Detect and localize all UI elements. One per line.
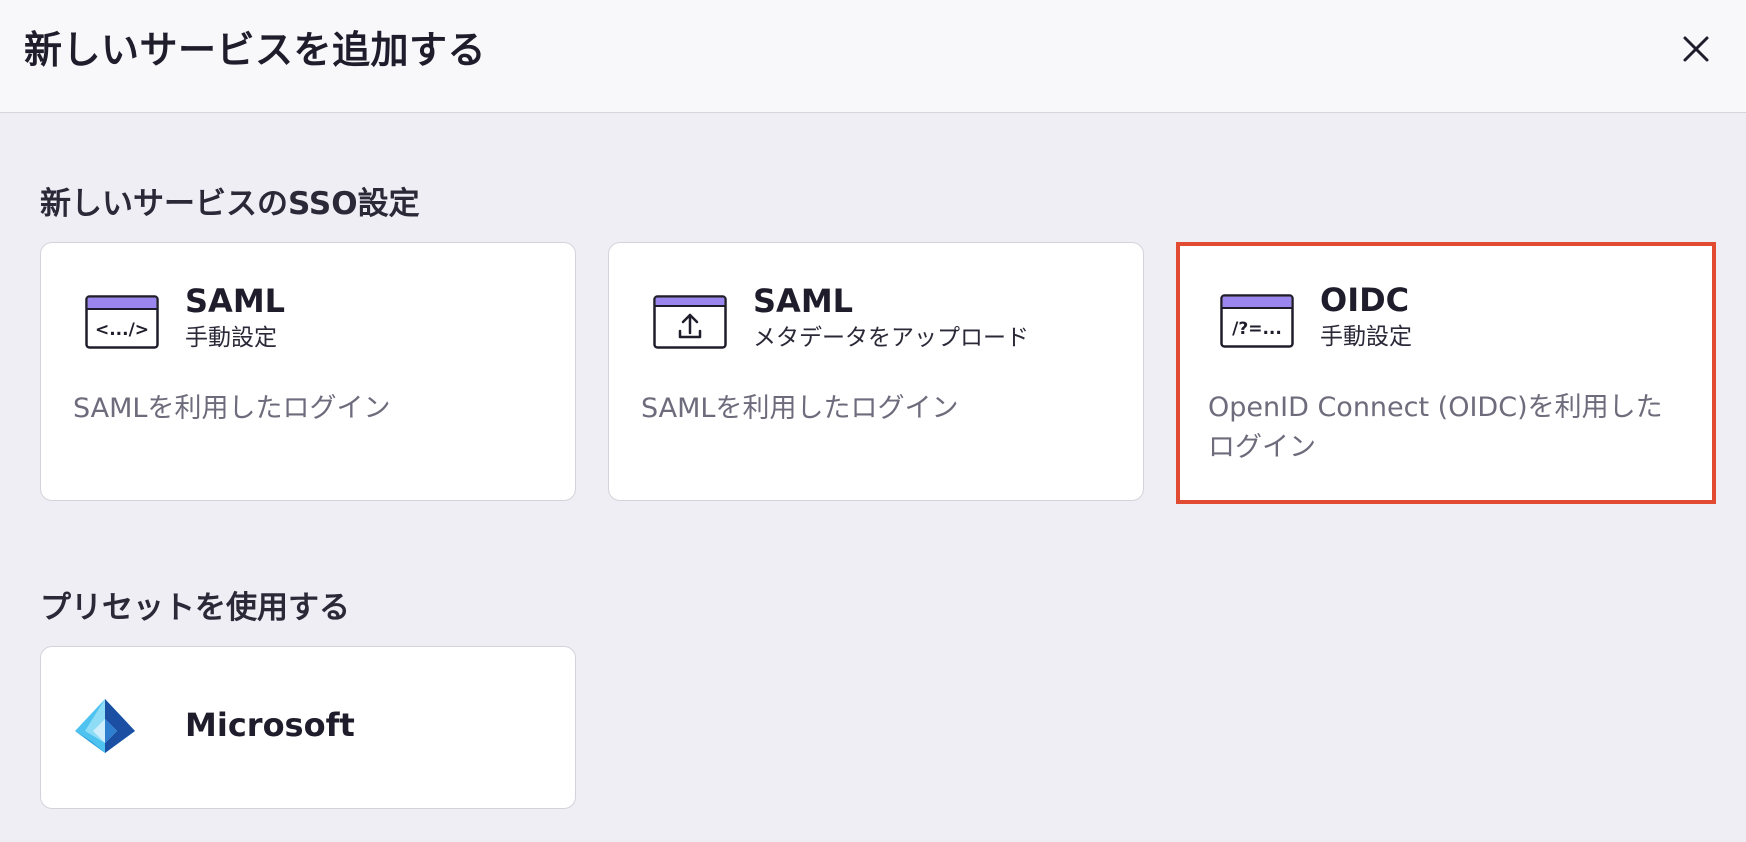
query-window-icon-text: /?=... bbox=[1232, 319, 1282, 339]
card-description: SAMLを利用したログイン bbox=[73, 393, 391, 424]
sso-card-saml-manual[interactable]: <.../> SAML 手動設定 SAMLを利用したログイン bbox=[40, 242, 576, 501]
upload-window-icon bbox=[653, 295, 727, 349]
preset-name: Microsoft bbox=[185, 706, 355, 744]
card-subtitle: 手動設定 bbox=[185, 325, 277, 351]
dialog-header: 新しいサービスを追加する bbox=[0, 0, 1746, 113]
sso-card-oidc-manual[interactable]: /?=... OIDC 手動設定 OpenID Connect (OIDC)を利… bbox=[1176, 242, 1716, 504]
preset-section-title: プリセットを使用する bbox=[40, 590, 350, 626]
card-subtitle: 手動設定 bbox=[1320, 324, 1412, 350]
code-window-icon: <.../> bbox=[85, 295, 159, 349]
card-description: SAMLを利用したログイン bbox=[641, 393, 959, 424]
query-window-icon: /?=... bbox=[1220, 294, 1294, 348]
microsoft-entra-icon bbox=[75, 699, 135, 753]
sso-card-saml-metadata[interactable]: SAML メタデータをアップロード SAMLを利用したログイン bbox=[608, 242, 1144, 501]
sso-section-title: 新しいサービスのSSO設定 bbox=[40, 186, 420, 222]
close-button[interactable] bbox=[1676, 26, 1716, 72]
card-title: OIDC bbox=[1320, 281, 1410, 319]
card-description: OpenID Connect (OIDC)を利用したログイン bbox=[1208, 392, 1663, 463]
card-subtitle: メタデータをアップロード bbox=[753, 325, 1029, 351]
close-icon bbox=[1683, 36, 1709, 62]
card-title: SAML bbox=[185, 282, 286, 320]
code-window-icon-text: <.../> bbox=[95, 320, 149, 340]
card-title: SAML bbox=[753, 282, 854, 320]
dialog-title: 新しいサービスを追加する bbox=[24, 28, 487, 72]
preset-card-microsoft[interactable]: Microsoft bbox=[40, 646, 576, 809]
